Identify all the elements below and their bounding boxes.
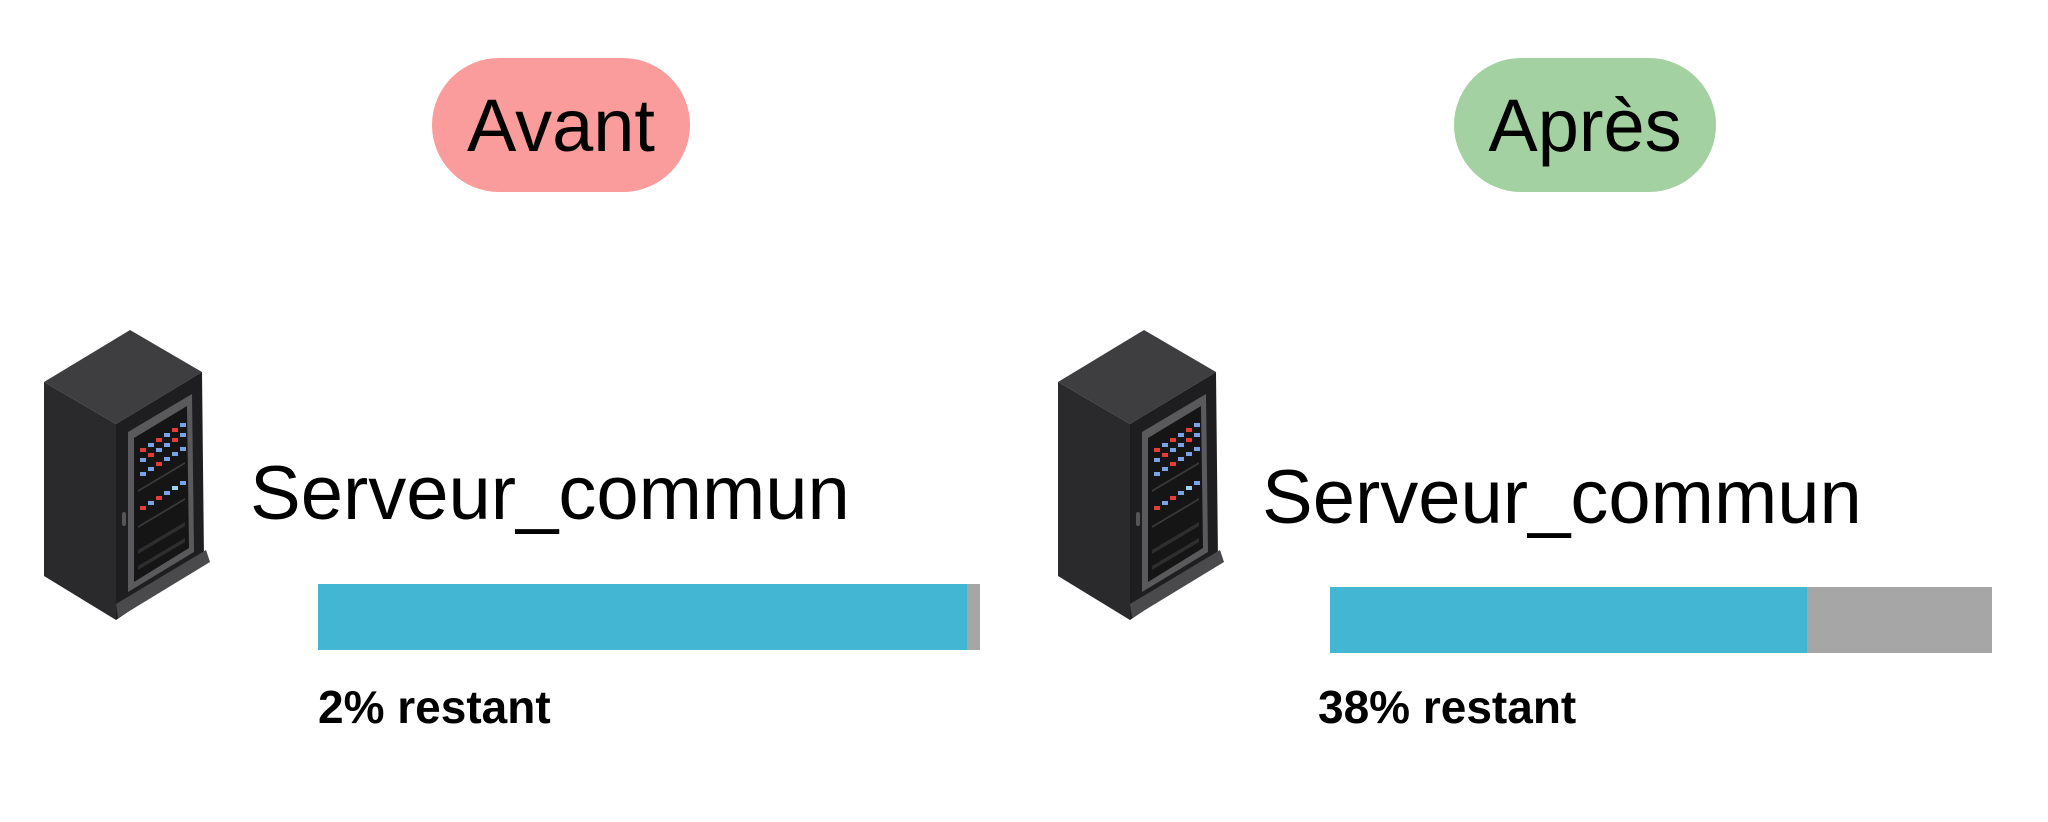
storage-bar-used <box>1330 587 1807 653</box>
before-panel: Avant Serveur_commun 2% restant <box>0 0 1024 822</box>
server-name: Serveur_commun <box>250 451 850 536</box>
server-rack-icon <box>44 330 214 620</box>
storage-bar-used <box>318 584 967 650</box>
after-label: Après <box>1488 83 1682 167</box>
storage-bar <box>1330 587 1992 653</box>
after-panel: Après Serveur_commun 38% restant <box>1014 0 2038 822</box>
after-label-pill: Après <box>1454 58 1716 192</box>
before-label-pill: Avant <box>432 58 690 192</box>
remaining-label: 38% restant <box>1318 681 1577 733</box>
before-label: Avant <box>467 83 655 167</box>
remaining-label: 2% restant <box>318 681 551 733</box>
server-rack-icon <box>1058 330 1228 620</box>
storage-bar <box>318 584 980 650</box>
server-name: Serveur_commun <box>1262 455 1862 540</box>
